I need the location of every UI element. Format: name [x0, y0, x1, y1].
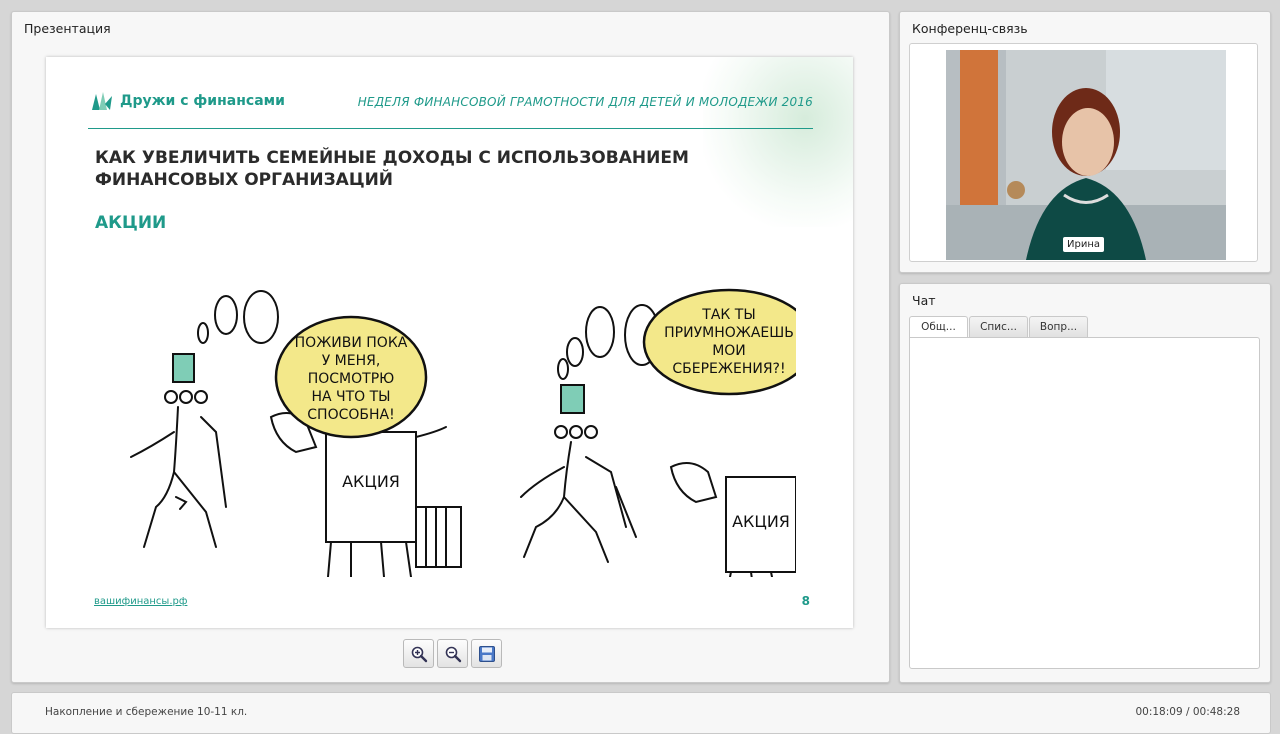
bubble2-line2: ПРИУМНОЖАЕШЬ	[664, 325, 794, 341]
bubble1-line5: СПОСОБНА!	[307, 407, 394, 423]
box-label-left: АКЦИЯ	[342, 472, 400, 491]
tab-list[interactable]: Спис...	[969, 316, 1028, 337]
video-panel: Конференц-связь Ирина	[899, 11, 1271, 273]
bubble1-line4: НА ЧТО ТЫ	[311, 389, 390, 405]
slide-heading-line2: ФИНАНСОВЫХ ОРГАНИЗАЦИЙ	[95, 170, 394, 190]
logo-text: Дружи с финансами	[120, 93, 285, 109]
lesson-title: Накопление и сбережение 10-11 кл.	[45, 706, 248, 718]
participant-video	[946, 50, 1226, 260]
chat-title: Чат	[912, 293, 936, 308]
slide-subheading: АКЦИИ	[95, 213, 167, 233]
slide-link[interactable]: вашифинансы.рф	[94, 596, 187, 607]
week-banner: НЕДЕЛЯ ФИНАНСОВОЙ ГРАМОТНОСТИ ДЛЯ ДЕТЕЙ …	[357, 95, 813, 109]
box-label-right: АКЦИЯ	[732, 512, 790, 531]
tab-general[interactable]: Общ...	[909, 316, 968, 338]
video-frame: Ирина	[909, 43, 1258, 262]
zoom-in-icon	[411, 646, 427, 662]
bubble1-line3: ПОСМОТРЮ	[308, 371, 395, 387]
video-feed[interactable]: Ирина	[946, 50, 1226, 260]
participant-name: Ирина	[1063, 237, 1104, 252]
zoom-out-icon	[445, 646, 461, 662]
bubble1-line2: У МЕНЯ,	[322, 353, 381, 369]
tab-questions[interactable]: Вопр...	[1029, 316, 1088, 337]
watercolor-decoration	[703, 57, 853, 227]
video-title: Конференц-связь	[912, 21, 1028, 36]
slide-page-number: 8	[801, 594, 810, 608]
cartoon-illustration: ПОЖИВИ ПОКА У МЕНЯ, ПОСМОТРЮ НА ЧТО ТЫ С…	[130, 288, 796, 577]
chat-tabs: Общ... Спис... Вопр...	[909, 316, 1089, 338]
presentation-panel: Презентация Дружи с финансами НЕДЕЛЯ ФИН…	[11, 11, 890, 683]
chat-panel: Чат Общ... Спис... Вопр...	[899, 283, 1271, 683]
slide-heading-line1: КАК УВЕЛИЧИТЬ СЕМЕЙНЫЕ ДОХОДЫ С ИСПОЛЬЗО…	[95, 148, 689, 168]
slide: Дружи с финансами НЕДЕЛЯ ФИНАНСОВОЙ ГРАМ…	[46, 57, 853, 628]
bubble2-line1: ТАК ТЫ	[701, 307, 755, 323]
chat-messages[interactable]	[909, 337, 1260, 669]
zoom-in-button[interactable]	[403, 639, 434, 668]
zoom-out-button[interactable]	[437, 639, 468, 668]
bubble2-line3: МОИ	[712, 343, 746, 359]
save-icon	[478, 645, 495, 662]
bubble2-line4: СБЕРЕЖЕНИЯ?!	[672, 361, 785, 377]
save-button[interactable]	[471, 639, 502, 668]
presentation-toolbar	[403, 639, 502, 668]
slide-logo: Дружи с финансами	[90, 90, 285, 112]
bubble1-line1: ПОЖИВИ ПОКА	[295, 335, 408, 351]
playback-time: 00:18:09 / 00:48:28	[1135, 706, 1240, 718]
presentation-title: Презентация	[24, 21, 111, 36]
logo-icon	[92, 92, 112, 110]
slide-heading: КАК УВЕЛИЧИТЬ СЕМЕЙНЫЕ ДОХОДЫ С ИСПОЛЬЗО…	[95, 147, 745, 191]
footer-bar: Накопление и сбережение 10-11 кл. 00:18:…	[11, 692, 1271, 734]
header-divider	[88, 128, 813, 129]
